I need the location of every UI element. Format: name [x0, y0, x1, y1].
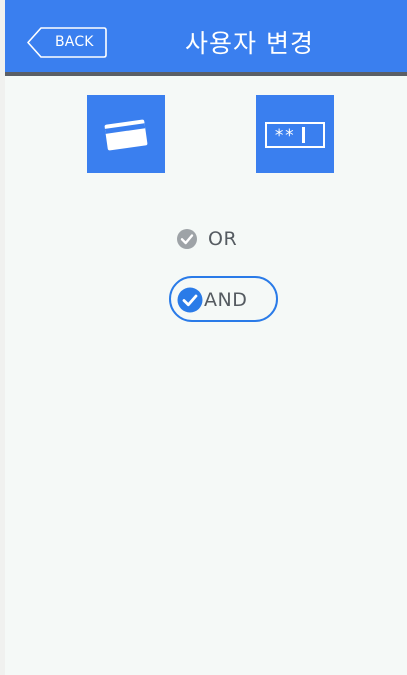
back-button-label: BACK: [55, 34, 94, 50]
app-screen: BACK 사용자 변경 ** OR AND: [5, 0, 407, 675]
option-or[interactable]: OR: [176, 228, 256, 256]
back-button[interactable]: BACK: [27, 27, 107, 58]
check-circle-icon: [177, 229, 197, 249]
page-title: 사용자 변경: [185, 29, 314, 58]
app-header: BACK 사용자 변경: [5, 0, 407, 76]
pin-auth-button[interactable]: **: [256, 95, 334, 173]
check-circle-selected-icon: [177, 287, 203, 313]
pin-mask-text: **: [274, 126, 294, 146]
card-auth-button[interactable]: [87, 95, 165, 173]
option-and[interactable]: AND: [169, 276, 278, 322]
pin-cursor: [302, 127, 305, 143]
card-icon: [104, 119, 148, 151]
option-and-label: AND: [204, 289, 248, 311]
option-or-label: OR: [208, 228, 238, 250]
pin-icon: **: [265, 122, 325, 148]
